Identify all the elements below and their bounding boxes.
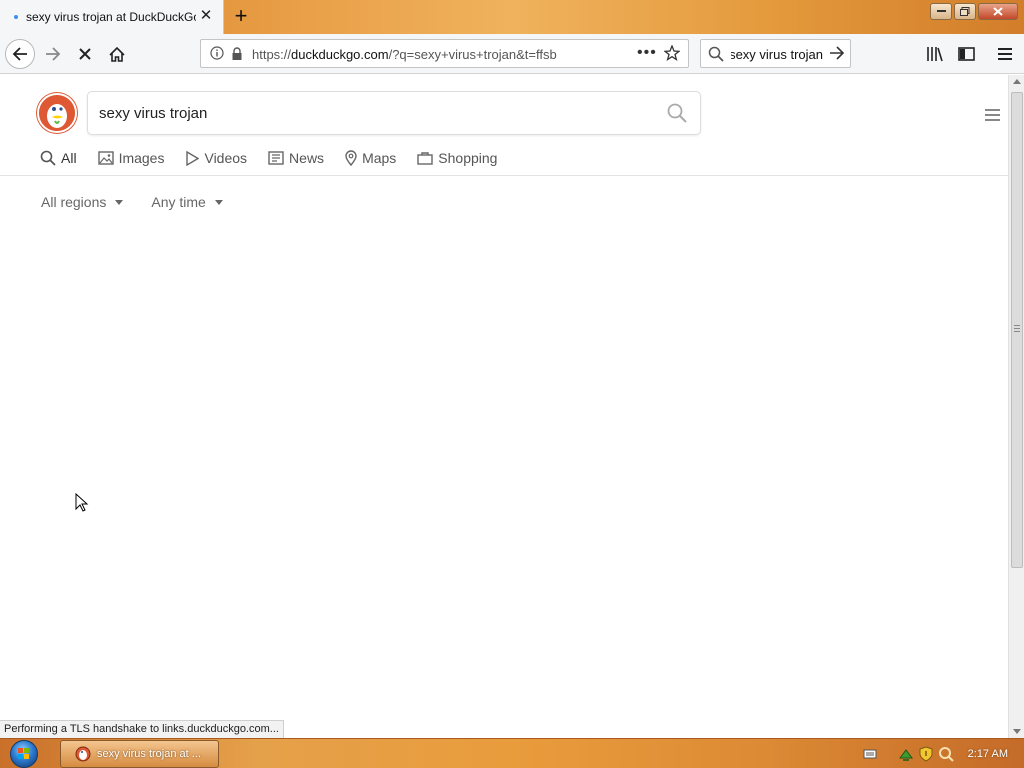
loading-indicator-icon [14, 15, 18, 19]
back-button[interactable] [5, 39, 35, 69]
taskbar-item-firefox[interactable]: sexy virus trojan at ... [60, 740, 219, 768]
tab-news-label: News [289, 150, 325, 166]
bookmark-star-icon[interactable] [664, 45, 680, 61]
duckduckgo-logo[interactable] [37, 93, 77, 133]
browser-search-box[interactable]: sexy virus trojan [700, 39, 851, 68]
taskbar: sexy virus trojan at ... 2:17 AM [0, 738, 1024, 768]
web-page: sexy virus trojan All Images Videos News… [0, 75, 1008, 720]
time-filter-label: Any time [151, 194, 206, 210]
maximize-button[interactable] [954, 3, 976, 20]
url-text: https://duckduckgo.com/?q=sexy+virus+tro… [252, 47, 557, 62]
arrow-right-icon[interactable] [829, 46, 845, 60]
sidebar-icon [957, 47, 975, 61]
region-filter-dropdown[interactable]: All regions [41, 194, 124, 210]
search-icon[interactable] [667, 103, 687, 123]
start-button[interactable] [4, 739, 44, 768]
play-icon [186, 150, 200, 166]
taskbar-clock[interactable]: 2:17 AM [968, 748, 1008, 760]
close-icon [993, 7, 1003, 16]
search-query-text[interactable]: sexy virus trojan [99, 105, 207, 122]
header-divider [0, 175, 1008, 176]
minimize-icon [936, 10, 946, 12]
duck-logo-icon [39, 95, 75, 131]
forward-button[interactable] [39, 40, 67, 68]
stop-icon [79, 48, 91, 60]
duck-logo-icon [75, 746, 91, 762]
browser-tab-active[interactable]: sexy virus trojan at DuckDuckGo ✕ [0, 0, 224, 34]
newspaper-icon [268, 151, 284, 165]
windows-logo-icon [10, 740, 38, 768]
tab-news[interactable]: News [268, 147, 324, 169]
volume-search-icon[interactable] [938, 746, 954, 762]
chevron-down-icon [115, 199, 124, 205]
scroll-down-arrow-icon[interactable] [1013, 729, 1021, 734]
tab-videos[interactable]: Videos [185, 147, 247, 169]
open-menu-button[interactable] [991, 40, 1019, 68]
vertical-scrollbar[interactable] [1008, 75, 1024, 738]
windows-flag-icon [18, 748, 29, 759]
lock-icon[interactable] [230, 46, 244, 61]
system-tray: 2:17 AM [858, 739, 1024, 768]
tab-images[interactable]: Images [97, 147, 165, 169]
close-window-button[interactable] [978, 3, 1018, 20]
navigation-toolbar: https://duckduckgo.com/?q=sexy+virus+tro… [0, 34, 1024, 74]
security-shield-icon[interactable] [918, 746, 934, 762]
ddg-menu-icon[interactable] [985, 109, 1000, 124]
new-tab-button[interactable]: + [230, 5, 252, 28]
status-text: Performing a TLS handshake to links.duck… [0, 720, 284, 738]
shopping-bag-icon [417, 152, 433, 165]
info-icon[interactable] [210, 46, 224, 60]
page-actions-icon[interactable]: ••• [637, 45, 657, 61]
search-icon [708, 46, 724, 62]
window-titlebar: sexy virus trojan at DuckDuckGo ✕ + [0, 0, 1024, 34]
arrow-left-icon [12, 47, 27, 61]
search-type-tabs: All Images Videos News Maps Shopping [40, 147, 518, 169]
mouse-cursor-icon [75, 493, 89, 512]
restore-icon [960, 7, 970, 16]
scroll-up-arrow-icon[interactable] [1013, 79, 1021, 84]
tab-shopping[interactable]: Shopping [417, 147, 497, 169]
ddg-search-input[interactable]: sexy virus trojan [87, 91, 701, 135]
tab-title: sexy virus trojan at DuckDuckGo [26, 10, 196, 24]
scrollbar-grip [1014, 325, 1020, 334]
minimize-button[interactable] [930, 3, 952, 20]
keyboard-icon[interactable] [862, 746, 878, 762]
tab-close-icon[interactable]: ✕ [199, 8, 213, 23]
home-icon [109, 46, 125, 62]
tab-videos-label: Videos [204, 150, 248, 166]
time-filter-dropdown[interactable]: Any time [151, 194, 223, 210]
network-icon[interactable] [898, 746, 914, 762]
library-icon [927, 47, 943, 62]
chevron-down-icon [214, 199, 223, 205]
tab-images-label: Images [118, 150, 165, 166]
image-icon [97, 151, 114, 165]
stop-button[interactable] [71, 40, 99, 68]
arrow-right-icon [46, 47, 61, 61]
window-controls [930, 3, 1018, 20]
hamburger-menu-icon [998, 48, 1012, 60]
home-button[interactable] [103, 40, 131, 68]
tab-all[interactable]: All [40, 147, 77, 169]
search-filters: All regions Any time [41, 194, 251, 210]
library-button[interactable] [921, 40, 949, 68]
region-filter-label: All regions [41, 194, 107, 210]
sidebar-button[interactable] [952, 40, 980, 68]
map-pin-icon [345, 150, 357, 166]
search-box-value[interactable]: sexy virus trojan [731, 47, 823, 62]
tab-shopping-label: Shopping [438, 150, 498, 166]
tab-maps-label: Maps [362, 150, 397, 166]
search-icon [40, 150, 56, 166]
tab-all-label: All [61, 150, 77, 166]
address-bar[interactable]: https://duckduckgo.com/?q=sexy+virus+tro… [200, 39, 689, 68]
taskbar-item-label: sexy virus trojan at ... [97, 748, 201, 760]
tab-maps[interactable]: Maps [345, 147, 396, 169]
